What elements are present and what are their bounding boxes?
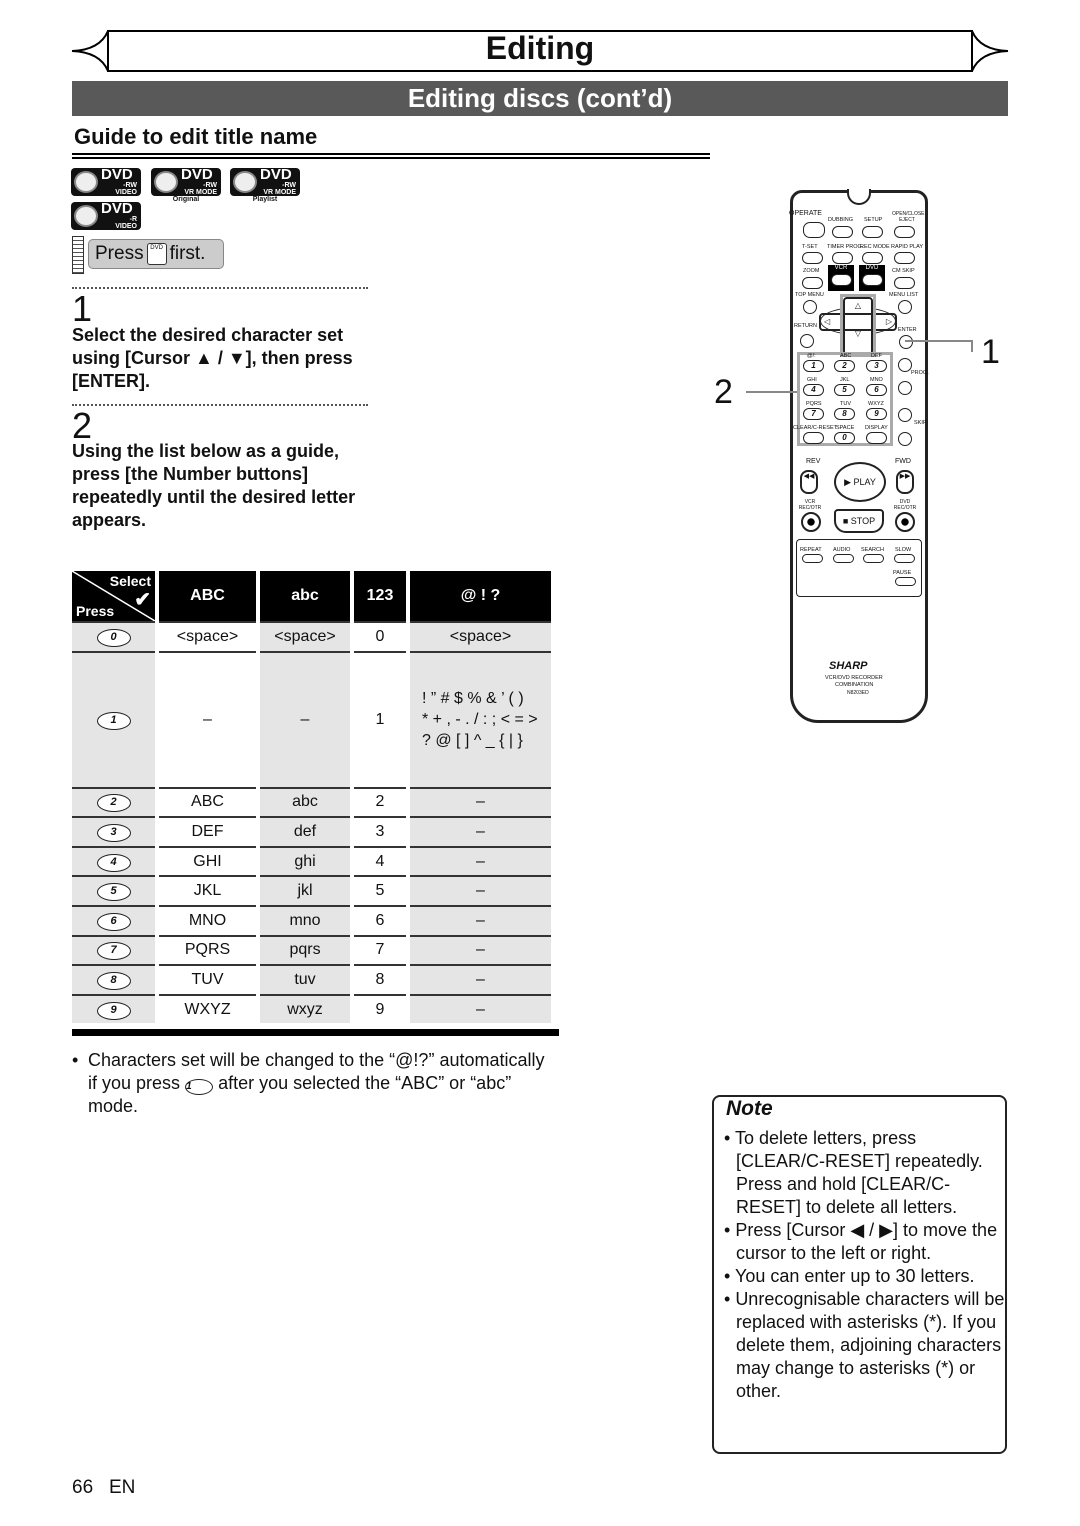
- language-code: EN: [108, 1477, 136, 1498]
- table-cell: WXYZ: [159, 993, 256, 1024]
- note-item: Press [Cursor ◀ / ▶] to move the cursor …: [720, 1219, 1005, 1265]
- stop-button: ■ STOP: [834, 509, 884, 533]
- number-key-icon: 3: [96, 823, 131, 842]
- table-cell: MNO: [159, 904, 256, 935]
- table-cell: wxyz: [260, 993, 350, 1024]
- bullet-note: • Characters set will be changed to the “…: [72, 1050, 545, 1116]
- table-cell: –: [410, 904, 551, 935]
- table-cell: <space>: [260, 621, 350, 651]
- note-item: You can enter up to 30 letters.: [720, 1265, 1005, 1288]
- table-cell: mno: [260, 904, 350, 935]
- rev-button: ◀◀: [800, 470, 818, 494]
- table-row: 3 DEF def 3–: [72, 816, 551, 846]
- table-cell: –: [410, 964, 551, 994]
- number-key-icon: 5: [96, 883, 131, 902]
- table-cell: –: [260, 650, 350, 787]
- pause-button: [895, 577, 916, 586]
- table-cell: –: [410, 845, 551, 876]
- audio-button: [833, 554, 854, 563]
- table-cell: ghi: [260, 845, 350, 876]
- sharp-logo: SHARP: [829, 660, 868, 672]
- search-button: [863, 554, 884, 563]
- table-row: 9 WXYZ wxyz 9–: [72, 993, 551, 1024]
- corner-header: Select Press ✔: [72, 571, 155, 621]
- table-cell: abc: [260, 786, 350, 817]
- table-cell: <space>: [159, 621, 256, 651]
- table-row: 6 MNO mno 6–: [72, 904, 551, 935]
- table-cell: 1: [354, 650, 406, 787]
- table-cell: 5: [354, 875, 406, 905]
- table-cell: <space>: [410, 621, 551, 651]
- number-key-icon: 2: [96, 794, 131, 813]
- number-key-icon: 1: [96, 711, 131, 730]
- table-cell: –: [410, 875, 551, 905]
- callout-1: 1: [981, 333, 1000, 371]
- number-key-icon: 0: [96, 628, 131, 647]
- header-symbols: @ ! ?: [410, 571, 551, 621]
- note-item: Unrecognisable characters will be replac…: [720, 1288, 1005, 1403]
- table-cell: TUV: [159, 964, 256, 994]
- key-1-icon: 1: [185, 1079, 214, 1095]
- number-key-icon: 6: [96, 912, 131, 931]
- table-cell: 6: [354, 904, 406, 935]
- table-cell: 2: [354, 786, 406, 817]
- table-row: 0 <space> <space> 0 <space>: [72, 621, 551, 651]
- slow-button: [894, 554, 915, 563]
- vcr-rec-button: [801, 512, 821, 532]
- table-cell: jkl: [260, 875, 350, 905]
- header-abc-upper: ABC: [159, 571, 256, 621]
- number-key-icon: 8: [96, 971, 131, 990]
- callout-lines: [746, 340, 973, 393]
- table-cell: 4: [354, 845, 406, 876]
- number-key-icon: 4: [96, 853, 131, 872]
- callout-2: 2: [714, 373, 733, 411]
- header-abc-lower: abc: [260, 571, 350, 621]
- table-cell: –: [410, 816, 551, 846]
- note-title: Note: [726, 1097, 773, 1120]
- table-cell: 8: [354, 964, 406, 994]
- table-cell: DEF: [159, 816, 256, 846]
- table-cell: –: [410, 993, 551, 1024]
- header-123: 123: [354, 571, 406, 621]
- number-key-icon: 7: [96, 942, 131, 961]
- character-table: Select Press ✔ ABC abc 123 @ ! ? 0 <space> <…: [68, 571, 555, 1024]
- table-cell: tuv: [260, 964, 350, 994]
- table-row: 5 JKL jkl 5–: [72, 875, 551, 905]
- note-item: To delete letters, press [CLEAR/C-RESET]…: [720, 1127, 1005, 1219]
- table-cell: ABC: [159, 786, 256, 817]
- table-cell: GHI: [159, 845, 256, 876]
- play-button: ▶ PLAY: [834, 462, 886, 502]
- table-cell: PQRS: [159, 934, 256, 965]
- table-cell: –: [410, 786, 551, 817]
- table-cell: pqrs: [260, 934, 350, 965]
- table-cell: –: [159, 650, 256, 787]
- table-end-line: [72, 1029, 559, 1036]
- dvd-rec-button: [895, 512, 915, 532]
- table-cell: ! ” # $ % & ’ ( ) * + , - . / : ; < = >? …: [410, 650, 551, 787]
- number-key-icon: 9: [96, 1001, 131, 1020]
- table-row: 1– –1! ” # $ % & ’ ( ) * + , - . / : ; < =…: [72, 650, 551, 787]
- fwd-button: ▶▶: [896, 470, 914, 494]
- page-number: 66: [72, 1477, 94, 1498]
- table-cell: –: [410, 934, 551, 965]
- note-box: Note To delete letters, press [CLEAR/C-R…: [712, 1095, 1007, 1454]
- table-cell: JKL: [159, 875, 256, 905]
- repeat-button: [802, 554, 823, 563]
- table-cell: 7: [354, 934, 406, 965]
- page-footer: 66 EN: [72, 1477, 135, 1499]
- table-cell: 0: [354, 621, 406, 651]
- table-cell: 3: [354, 816, 406, 846]
- table-cell: 9: [354, 993, 406, 1024]
- table-cell: def: [260, 816, 350, 846]
- table-row: 8 TUV tuv 8–: [72, 964, 551, 994]
- table-row: 4 GHI ghi 4–: [72, 845, 551, 876]
- table-row: 2 ABC abc 2–: [72, 786, 551, 817]
- table-row: 7 PQRS pqrs 7–: [72, 934, 551, 965]
